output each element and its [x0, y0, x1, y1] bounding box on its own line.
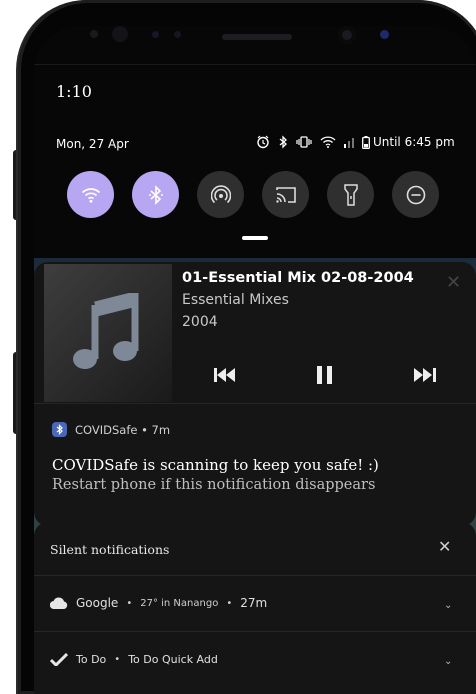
hotspot-icon	[210, 184, 231, 203]
clock: 1:10	[56, 82, 92, 101]
alarm-icon	[257, 135, 269, 149]
previous-button[interactable]	[212, 362, 238, 388]
silent-notifications-card: Silent notifications ✕ Google • 27° in N…	[34, 522, 476, 694]
earpiece-speaker	[222, 34, 292, 40]
do-not-disturb-toggle[interactable]	[392, 171, 439, 218]
bluetooth-icon	[279, 135, 287, 149]
bluetooth-icon	[148, 184, 163, 205]
front-camera	[338, 26, 356, 44]
flashlight-toggle[interactable]	[327, 171, 374, 218]
hotspot-toggle[interactable]	[197, 171, 244, 218]
cast-toggle[interactable]	[262, 171, 309, 218]
bluetooth-icon	[56, 424, 63, 435]
battery-icon	[362, 135, 370, 149]
todo-notification[interactable]: To Do • To Do Quick Add	[50, 653, 218, 666]
chevron-down-icon[interactable]: ⌄	[444, 656, 452, 667]
signal-icon	[344, 138, 354, 148]
google-notification[interactable]: Google • 27° in Nanango • 27m	[50, 596, 267, 610]
pause-button[interactable]	[312, 362, 338, 388]
bluetooth-toggle[interactable]	[132, 171, 179, 218]
checkmark-icon	[50, 653, 68, 666]
covidsafe-app-icon	[52, 422, 67, 437]
track-title: 01-Essential Mix 02-08-2004	[182, 270, 414, 286]
album-art	[44, 264, 172, 402]
divider	[34, 631, 476, 632]
sensor-dot	[90, 30, 98, 38]
sensor-dot	[152, 31, 159, 38]
cast-icon	[275, 186, 296, 203]
wifi-status-icon	[320, 136, 336, 148]
covidsafe-title: COVIDSafe is scanning to keep you safe! …	[52, 456, 379, 474]
screen: 1:10 Mon, 27 Apr Until 6:45 pm 01-Essent…	[34, 26, 476, 694]
divider	[34, 575, 476, 576]
silent-notifications-header: Silent notifications	[50, 542, 170, 557]
wifi-icon	[81, 187, 100, 203]
music-note-icon	[73, 293, 139, 369]
google-app-label: Google	[76, 596, 119, 610]
wifi-toggle[interactable]	[67, 171, 114, 218]
media-notification-card[interactable]: 01-Essential Mix 02-08-2004 Essential Mi…	[34, 262, 476, 526]
covidsafe-app-line: COVIDSafe • 7m	[52, 422, 170, 437]
google-time-label: 27m	[240, 596, 268, 610]
cloud-icon	[50, 597, 68, 609]
iris-sensor	[380, 30, 389, 39]
status-icons: Until 6:45 pm	[256, 135, 455, 149]
minus-circle-icon	[406, 185, 425, 204]
battery-label: Until 6:45 pm	[373, 135, 455, 149]
divider	[34, 64, 476, 65]
media-close-button[interactable]: ✕	[446, 272, 461, 293]
silent-close-button[interactable]: ✕	[438, 537, 451, 556]
track-artist: Essential Mixes	[182, 292, 289, 308]
divider	[34, 403, 476, 404]
skip-next-icon	[414, 368, 436, 382]
next-button[interactable]	[412, 362, 438, 388]
covidsafe-body: Restart phone if this notification disap…	[52, 477, 376, 493]
google-weather-text: 27° in Nanango	[140, 597, 219, 609]
todo-app-label: To Do	[76, 653, 107, 666]
date-label: Mon, 27 Apr	[56, 137, 129, 151]
flashlight-icon	[343, 183, 358, 206]
covidsafe-app-label: COVIDSafe • 7m	[75, 422, 171, 437]
skip-previous-icon	[214, 368, 235, 382]
chevron-down-icon[interactable]: ⌄	[444, 600, 452, 611]
panel-drag-handle[interactable]	[242, 236, 268, 240]
sensor-dot	[174, 31, 181, 38]
pause-icon	[317, 366, 332, 384]
vibrate-icon	[296, 136, 312, 148]
sensor-dot	[112, 26, 128, 42]
todo-text: To Do Quick Add	[128, 653, 218, 666]
track-album: 2004	[182, 314, 218, 330]
